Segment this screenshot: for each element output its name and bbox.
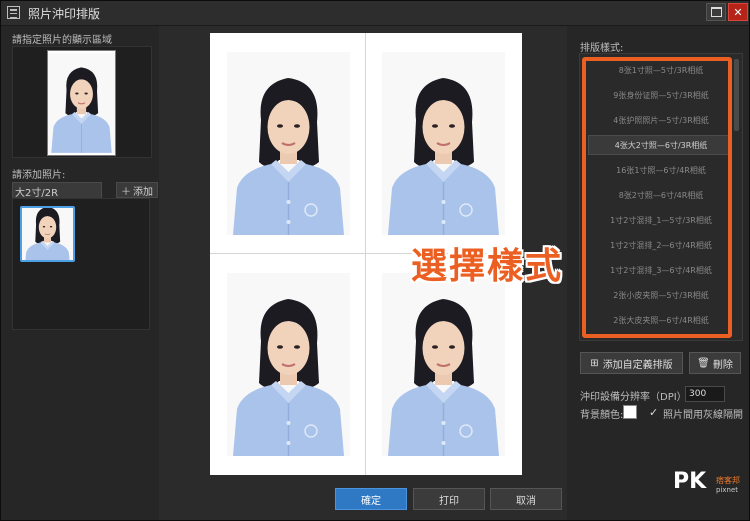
layout-list-scroll-thumb[interactable] xyxy=(734,59,739,131)
portrait-image xyxy=(22,208,73,260)
maximize-icon xyxy=(710,7,722,17)
title-bar: 照片沖印排版 ✕ xyxy=(1,1,749,26)
dpi-label: 沖印設備分辨率（DPI）: xyxy=(580,392,691,403)
watermark-logo-text: PK xyxy=(673,469,707,494)
watermark-line1: 痞客邦 xyxy=(716,476,740,485)
portrait-image xyxy=(382,52,505,235)
photo-thumbnail[interactable] xyxy=(20,206,75,262)
maximize-button[interactable] xyxy=(706,3,726,21)
checkmark-icon[interactable]: ✓ xyxy=(649,406,658,419)
window-title: 照片沖印排版 xyxy=(28,7,101,21)
add-photo-label: 請添加照片: xyxy=(12,170,66,181)
preview-photo[interactable] xyxy=(47,50,116,156)
background-color-label: 背景顏色: xyxy=(580,410,624,421)
layout-style-label: 排版樣式: xyxy=(580,43,624,54)
add-photo-button-label: 添加 xyxy=(133,186,153,198)
trash-icon: 🗑 xyxy=(697,357,710,369)
background-color-swatch[interactable] xyxy=(623,405,637,419)
photo-size-tabbar: 大2寸/2R ＋ 添加 xyxy=(12,182,158,199)
add-layout-icon: ⊞ xyxy=(590,357,599,369)
add-photo-button[interactable]: ＋ 添加 xyxy=(116,182,158,198)
delete-layout-button[interactable]: 🗑 刪除 xyxy=(689,352,741,374)
callout-annotation: 選擇樣式 xyxy=(411,246,564,287)
app-icon xyxy=(7,6,20,19)
watermark-line2: pixnet xyxy=(716,486,739,494)
dpi-input[interactable]: 300 xyxy=(685,386,725,402)
cancel-button[interactable]: 取消 xyxy=(490,488,562,510)
layout-photo xyxy=(227,273,350,456)
close-button[interactable]: ✕ xyxy=(728,3,748,21)
watermark-logo: PK 痞客邦 pixnet xyxy=(673,469,743,499)
plus-icon: ＋ xyxy=(121,186,131,198)
separator-checkbox-label: 照片間用灰線隔開 xyxy=(663,410,743,421)
layout-photo xyxy=(382,52,505,235)
portrait-image xyxy=(227,273,350,456)
separator-vertical-line xyxy=(365,33,366,475)
preview-area[interactable] xyxy=(12,46,152,158)
add-custom-layout-button[interactable]: ⊞ 添加自定義排版 xyxy=(580,352,683,374)
layout-photo xyxy=(227,52,350,235)
close-icon: ✕ xyxy=(733,5,743,19)
confirm-button[interactable]: 確定 xyxy=(335,488,407,510)
highlight-frame xyxy=(582,57,732,338)
portrait-image xyxy=(382,273,505,456)
photo-print-layout-window: 照片沖印排版 ✕ 請指定照片的顯示區域 請添加照片: 大2寸/2R ＋ 添加 確… xyxy=(0,0,750,521)
tab-large-2-inch[interactable]: 大2寸/2R xyxy=(12,182,102,199)
add-custom-layout-label: 添加自定義排版 xyxy=(602,359,673,371)
portrait-image xyxy=(48,53,115,153)
delete-layout-label: 刪除 xyxy=(712,359,733,371)
layout-photo xyxy=(382,273,505,456)
print-button[interactable]: 打印 xyxy=(413,488,485,510)
portrait-image xyxy=(227,52,350,235)
preview-area-label: 請指定照片的顯示區域 xyxy=(12,35,112,46)
photo-list xyxy=(12,198,150,330)
